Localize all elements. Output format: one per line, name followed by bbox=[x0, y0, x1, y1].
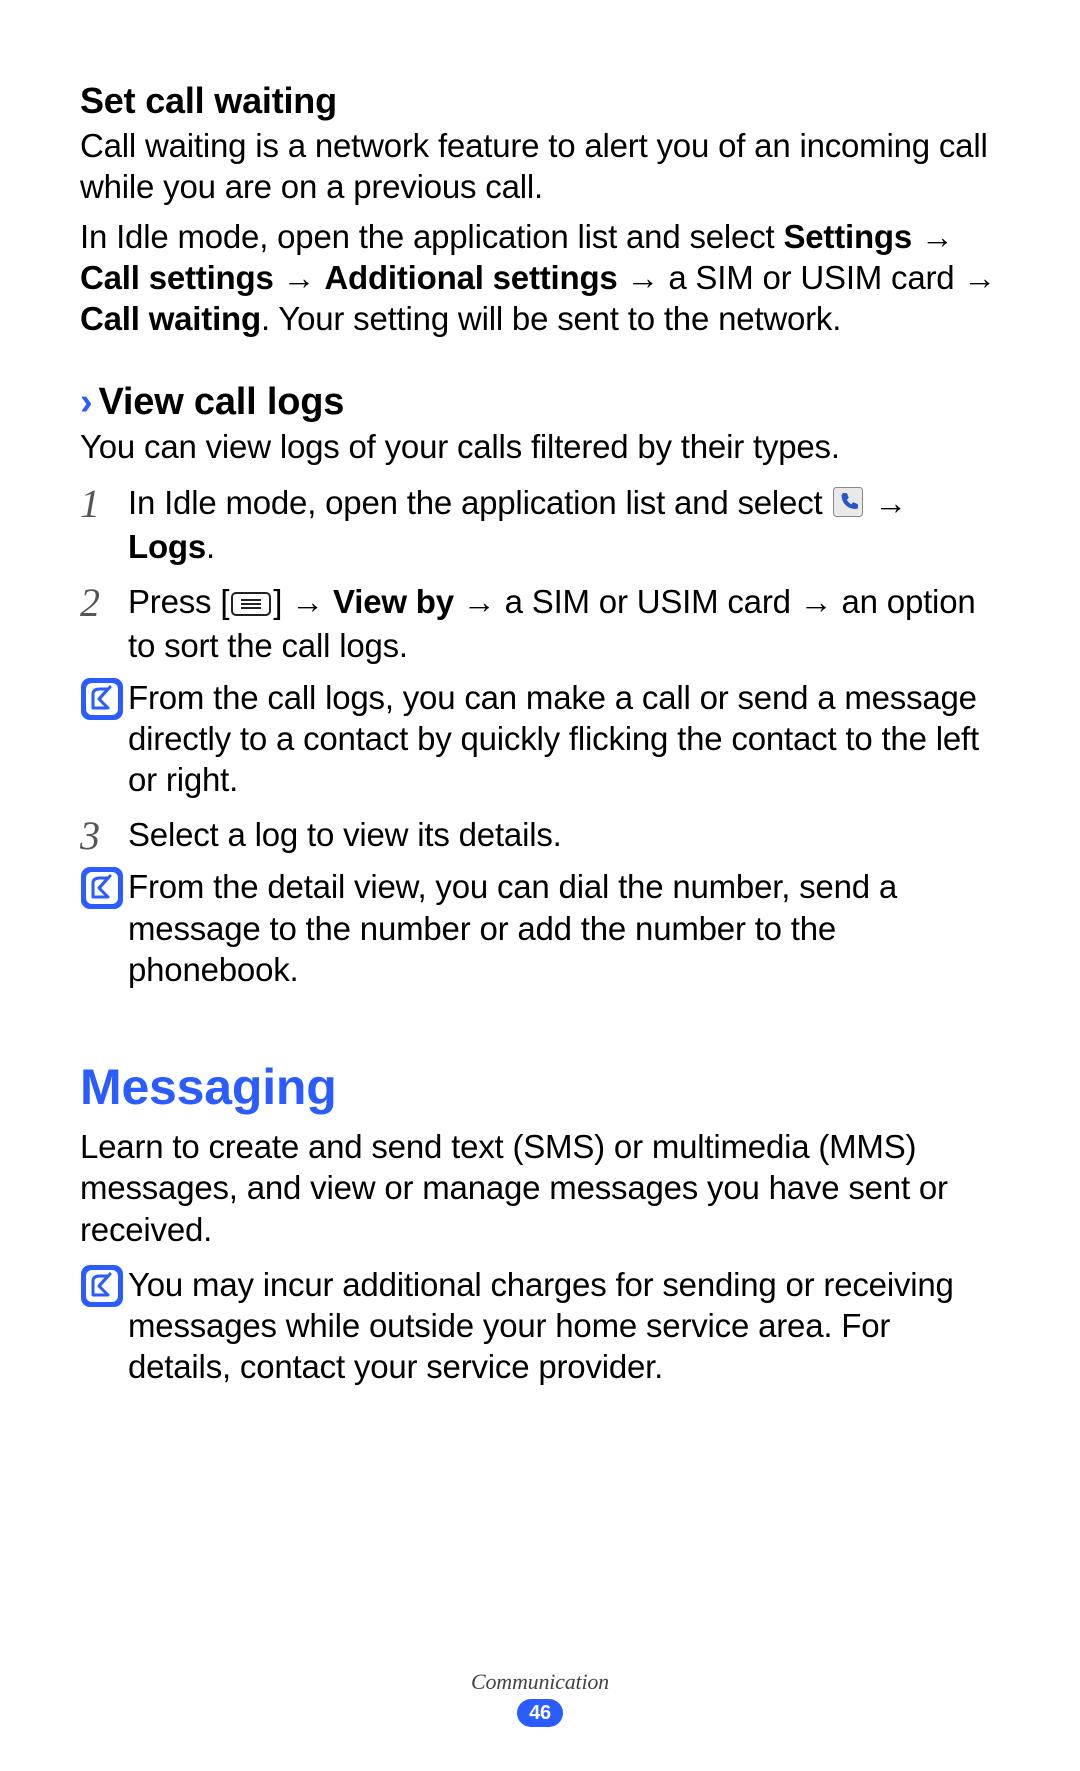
heading-view-call-logs: › View call logs bbox=[80, 381, 1000, 424]
step-1: 1 In Idle mode, open the application lis… bbox=[80, 482, 1000, 568]
step-number: 1 bbox=[80, 482, 128, 568]
phone-app-icon bbox=[833, 485, 863, 526]
note-icon bbox=[80, 677, 128, 801]
step-body: Press [] → View by → a SIM or USIM card … bbox=[128, 581, 1000, 667]
step-body: In Idle mode, open the application list … bbox=[128, 482, 1000, 568]
text: → bbox=[912, 218, 954, 255]
text: . Your setting will be sent to the netwo… bbox=[261, 300, 841, 337]
step-2: 2 Press [] → View by → a SIM or USIM car… bbox=[80, 581, 1000, 667]
bold-call-waiting: Call waiting bbox=[80, 300, 261, 337]
heading-set-call-waiting: Set call waiting bbox=[80, 78, 1000, 123]
bold-logs: Logs bbox=[128, 528, 206, 565]
note-block: From the detail view, you can dial the n… bbox=[80, 866, 1000, 990]
note-icon bbox=[80, 1264, 128, 1388]
page-footer: Communication 46 bbox=[0, 1669, 1080, 1727]
text: In Idle mode, open the application list … bbox=[80, 218, 783, 255]
paragraph: You can view logs of your calls filtered… bbox=[80, 426, 1000, 467]
page-root: Set call waiting Call waiting is a netwo… bbox=[0, 0, 1080, 1771]
step-number: 2 bbox=[80, 581, 128, 667]
text: . bbox=[206, 528, 215, 565]
text: In Idle mode, open the application list … bbox=[128, 484, 831, 521]
menu-button-icon bbox=[231, 584, 271, 625]
page-number-badge: 46 bbox=[517, 1699, 563, 1727]
note-text: From the call logs, you can make a call … bbox=[128, 677, 1000, 801]
step-3: 3 Select a log to view its details. bbox=[80, 814, 1000, 856]
paragraph: Call waiting is a network feature to ale… bbox=[80, 125, 1000, 208]
bold-view-by: View by bbox=[333, 583, 454, 620]
text: → bbox=[865, 484, 907, 521]
note-text: You may incur additional charges for sen… bbox=[128, 1264, 1000, 1388]
text: → a SIM or USIM card → bbox=[618, 259, 997, 296]
text: ] → bbox=[273, 583, 333, 620]
text: Press [ bbox=[128, 583, 229, 620]
note-block: You may incur additional charges for sen… bbox=[80, 1264, 1000, 1388]
heading-messaging: Messaging bbox=[80, 1058, 1000, 1116]
note-block: From the call logs, you can make a call … bbox=[80, 677, 1000, 801]
note-text: From the detail view, you can dial the n… bbox=[128, 866, 1000, 990]
paragraph: Learn to create and send text (SMS) or m… bbox=[80, 1126, 1000, 1250]
heading-text: View call logs bbox=[98, 381, 344, 424]
bold-additional-settings: Additional settings bbox=[324, 259, 617, 296]
bold-call-settings: Call settings bbox=[80, 259, 274, 296]
step-number: 3 bbox=[80, 814, 128, 856]
step-body: Select a log to view its details. bbox=[128, 814, 1000, 856]
paragraph: In Idle mode, open the application list … bbox=[80, 216, 1000, 340]
bold-settings: Settings bbox=[783, 218, 912, 255]
text: → bbox=[274, 259, 325, 296]
footer-chapter: Communication bbox=[0, 1669, 1080, 1695]
chevron-icon: › bbox=[80, 383, 92, 421]
note-icon bbox=[80, 866, 128, 990]
